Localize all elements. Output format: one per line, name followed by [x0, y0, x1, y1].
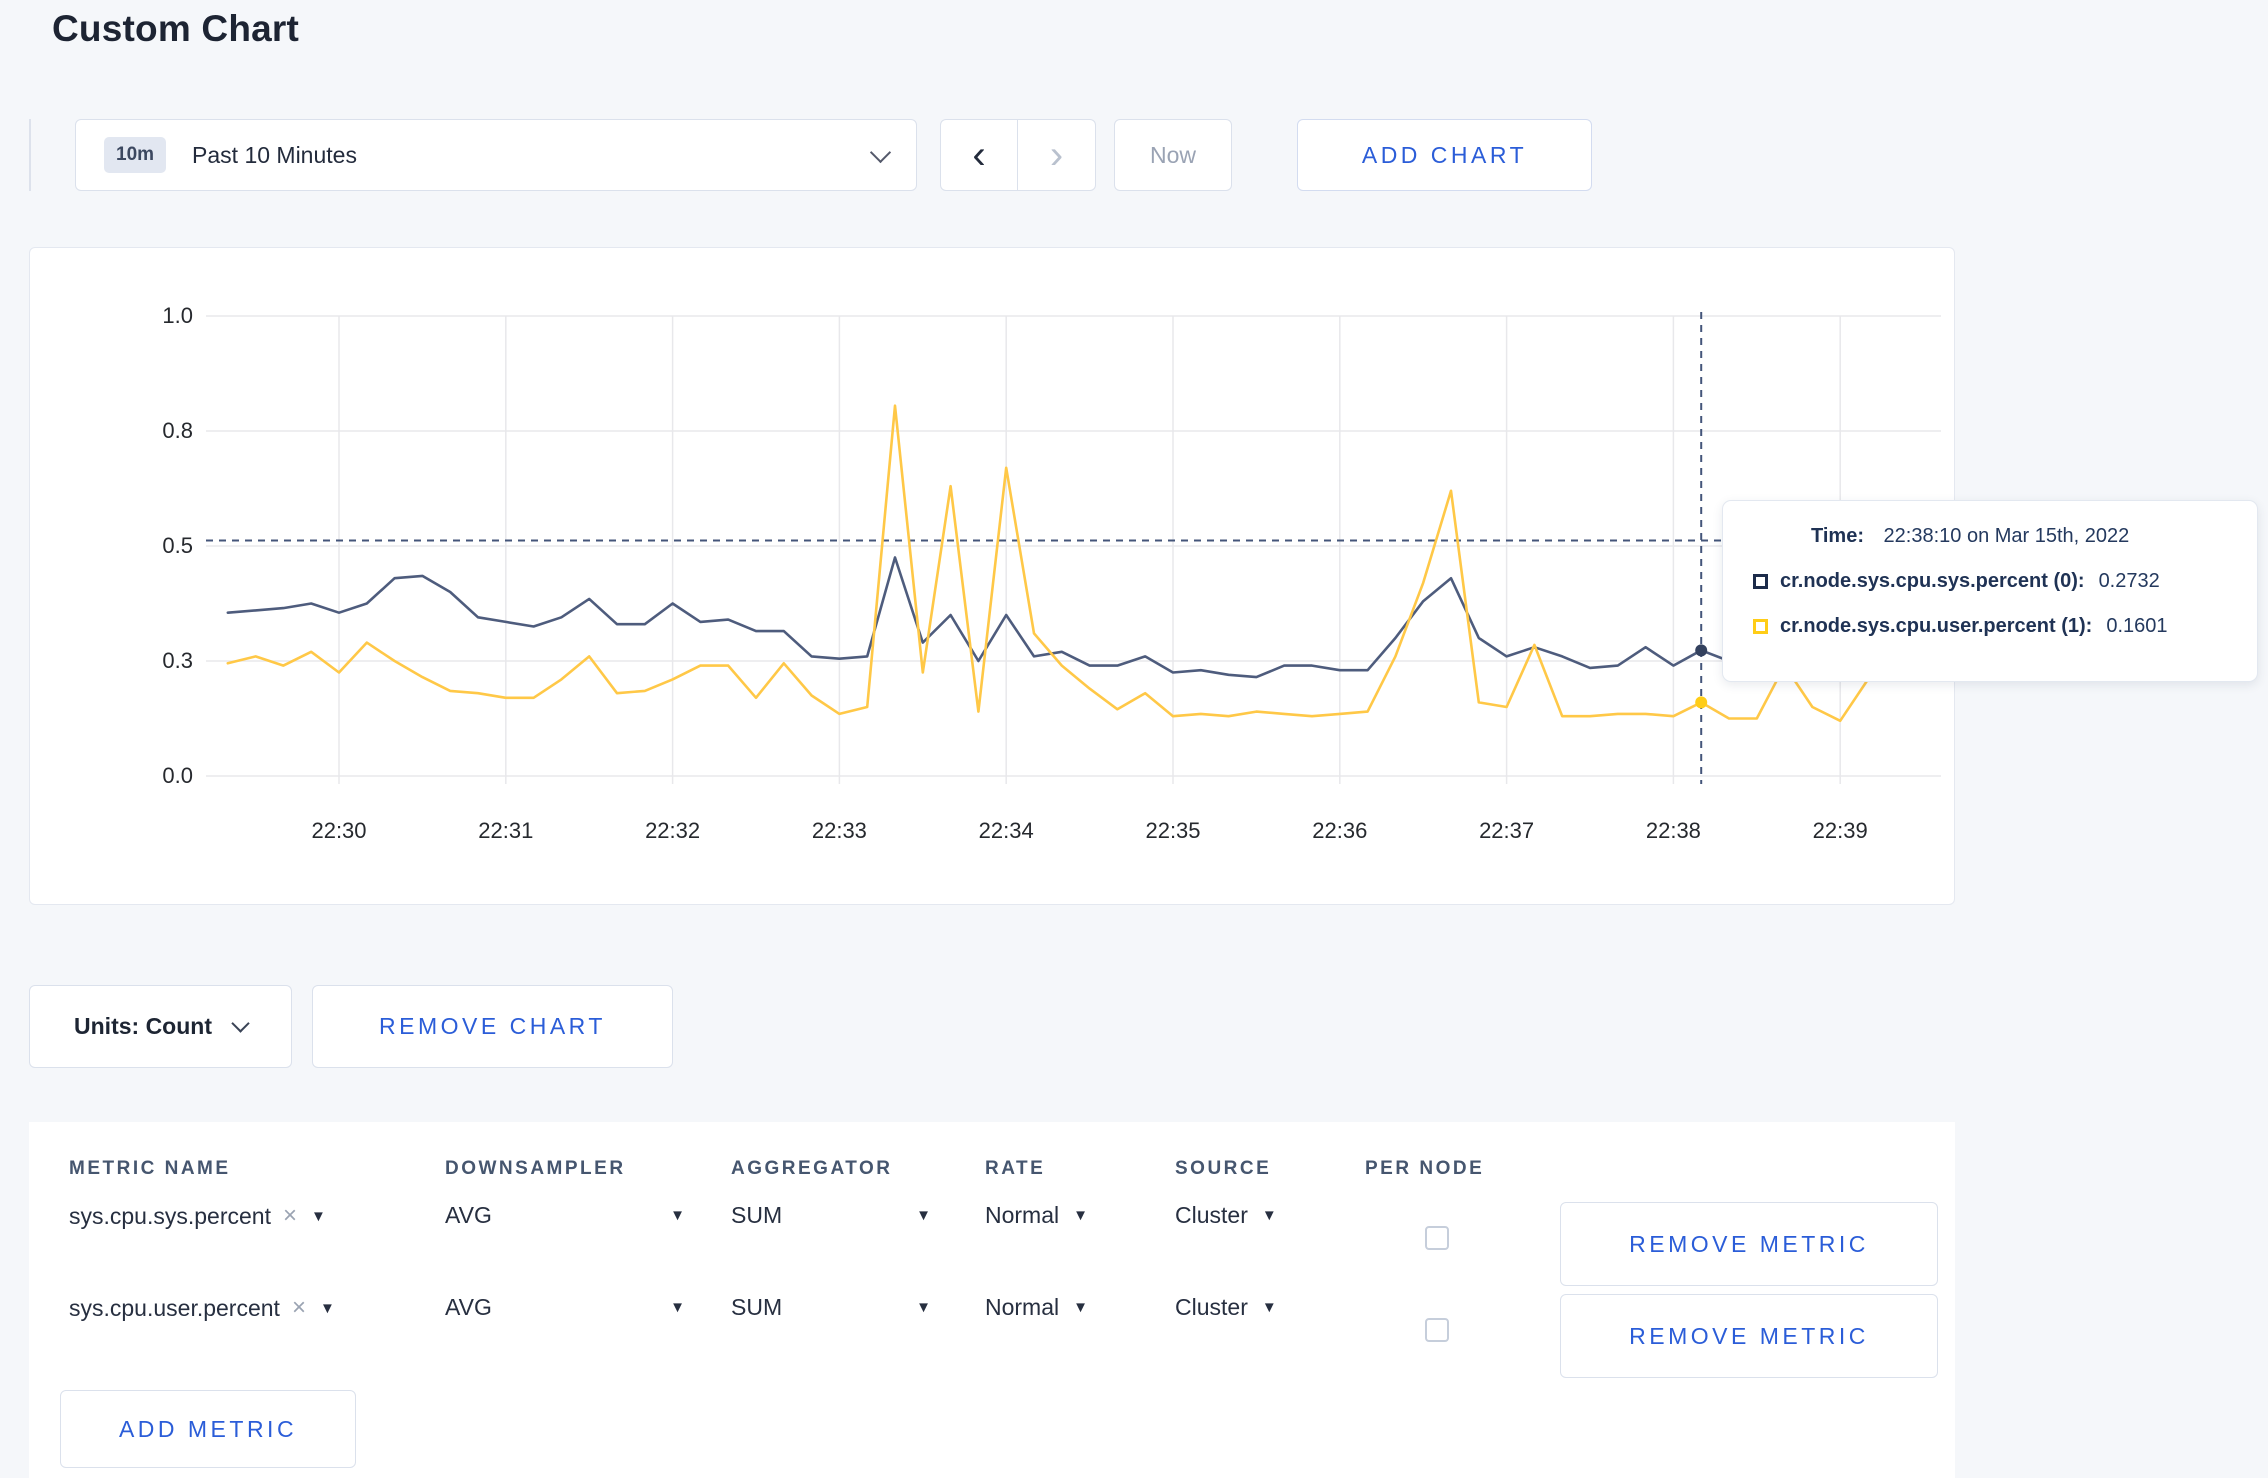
caret-down-icon: ▼: [670, 1299, 685, 1316]
col-header-metric-name: METRIC NAME: [69, 1158, 231, 1179]
chart-panel[interactable]: 0.0 0.3 0.5 0.8 1.0 22:30 22:31 22:32 22:33 22:34…: [29, 247, 1955, 905]
time-range-label: Past 10 Minutes: [192, 141, 357, 168]
caret-down-icon: ▼: [1073, 1207, 1088, 1224]
tooltip-time-label: Time:: [1811, 525, 1864, 547]
add-chart-button[interactable]: ADD CHART: [1297, 119, 1592, 191]
add-metric-button[interactable]: ADD METRIC: [60, 1390, 356, 1468]
svg-text:1.0: 1.0: [162, 303, 193, 328]
page-title: Custom Chart: [52, 8, 300, 49]
svg-text:0.8: 0.8: [162, 418, 193, 443]
chevron-right-icon: ›: [1049, 133, 1064, 177]
caret-down-icon: ▼: [1261, 1207, 1277, 1224]
caret-down-icon: ▼: [916, 1299, 931, 1316]
caret-down-icon: ▼: [319, 1299, 335, 1317]
source-select[interactable]: Cluster ▼: [1175, 1294, 1277, 1321]
metric-row: sys.cpu.sys.percent × ▼ AVG ▼ SUM ▼ Norm…: [29, 1202, 1955, 1294]
svg-text:0.3: 0.3: [162, 648, 193, 673]
col-header-source: SOURCE: [1175, 1158, 1272, 1179]
metric-name-select[interactable]: sys.cpu.sys.percent × ▼: [69, 1202, 326, 1230]
clear-metric-icon[interactable]: ×: [283, 1202, 297, 1230]
svg-text:22:31: 22:31: [478, 818, 533, 843]
time-pager: ‹ ›: [940, 119, 1096, 191]
downsampler-select[interactable]: AVG ▼: [445, 1202, 685, 1229]
svg-text:0.0: 0.0: [162, 763, 193, 788]
series-0-swatch-icon: [1753, 574, 1768, 589]
rate-select[interactable]: Normal ▼: [985, 1294, 1088, 1321]
col-header-aggregator: AGGREGATOR: [731, 1158, 893, 1179]
line-chart[interactable]: 0.0 0.3 0.5 0.8 1.0 22:30 22:31 22:32 22:33 22:34…: [30, 248, 1956, 906]
svg-text:0.5: 0.5: [162, 533, 193, 558]
next-time-button[interactable]: ›: [1018, 119, 1096, 191]
caret-down-icon: ▼: [670, 1207, 685, 1224]
caret-down-icon: ▼: [916, 1207, 931, 1224]
units-dropdown[interactable]: Units: Count: [29, 985, 292, 1068]
per-node-checkbox[interactable]: [1425, 1318, 1449, 1342]
svg-text:22:30: 22:30: [311, 818, 366, 843]
col-header-per-node: PER NODE: [1365, 1158, 1485, 1179]
downsampler-select[interactable]: AVG ▼: [445, 1294, 685, 1321]
caret-down-icon: ▼: [1073, 1299, 1088, 1316]
col-header-downsampler: DOWNSAMPLER: [445, 1158, 626, 1179]
tooltip-series-row: cr.node.sys.cpu.user.percent (1): 0.1601: [1753, 615, 2257, 638]
svg-text:22:35: 22:35: [1145, 818, 1200, 843]
series-1-swatch-icon: [1753, 619, 1768, 634]
tooltip-time-value: 22:38:10 on Mar 15th, 2022: [1883, 525, 2130, 547]
prev-time-button[interactable]: ‹: [940, 119, 1018, 191]
svg-text:22:37: 22:37: [1479, 818, 1534, 843]
metric-row: sys.cpu.user.percent × ▼ AVG ▼ SUM ▼ Nor…: [29, 1294, 1955, 1386]
per-node-checkbox[interactable]: [1425, 1226, 1449, 1250]
svg-text:22:32: 22:32: [645, 818, 700, 843]
chevron-down-icon: [869, 141, 892, 163]
tooltip-time-row: Time: 22:38:10 on Mar 15th, 2022: [1811, 525, 2257, 548]
rate-select[interactable]: Normal ▼: [985, 1202, 1088, 1229]
remove-chart-button[interactable]: REMOVE CHART: [312, 985, 673, 1068]
col-header-rate: RATE: [985, 1158, 1046, 1179]
caret-down-icon: ▼: [310, 1207, 326, 1225]
svg-text:22:36: 22:36: [1312, 818, 1367, 843]
chart-tooltip: Time: 22:38:10 on Mar 15th, 2022 cr.node…: [1722, 500, 2258, 682]
chevron-down-icon: [231, 1014, 250, 1033]
tooltip-series-row: cr.node.sys.cpu.sys.percent (0): 0.2732: [1753, 570, 2257, 593]
chevron-left-icon: ‹: [972, 133, 986, 177]
aggregator-select[interactable]: SUM ▼: [731, 1294, 931, 1321]
svg-text:22:38: 22:38: [1646, 818, 1701, 843]
svg-text:22:33: 22:33: [812, 818, 867, 843]
caret-down-icon: ▼: [1261, 1299, 1277, 1316]
remove-metric-button[interactable]: REMOVE METRIC: [1560, 1202, 1938, 1286]
toolbar-divider: [29, 119, 31, 191]
svg-text:22:39: 22:39: [1813, 818, 1868, 843]
time-range-dropdown[interactable]: 10m Past 10 Minutes: [75, 119, 917, 191]
source-select[interactable]: Cluster ▼: [1175, 1202, 1277, 1229]
clear-metric-icon[interactable]: ×: [292, 1294, 306, 1322]
svg-text:22:34: 22:34: [979, 818, 1034, 843]
time-range-badge: 10m: [104, 137, 167, 173]
aggregator-select[interactable]: SUM ▼: [731, 1202, 931, 1229]
metric-name-select[interactable]: sys.cpu.user.percent × ▼: [69, 1294, 335, 1322]
now-button[interactable]: Now: [1114, 119, 1232, 191]
remove-metric-button[interactable]: REMOVE METRIC: [1560, 1294, 1938, 1378]
